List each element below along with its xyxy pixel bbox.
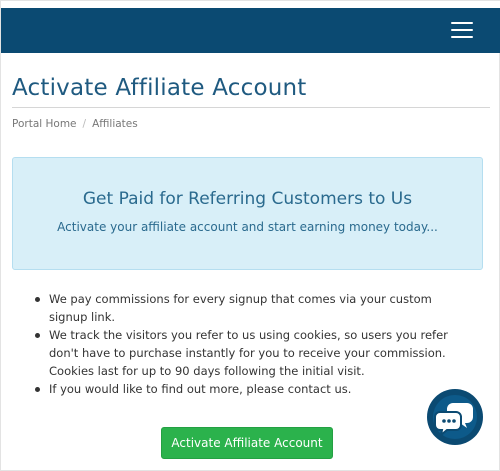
- affiliate-callout: Get Paid for Referring Customers to Us A…: [12, 157, 483, 270]
- info-list: We pay commissions for every signup that…: [30, 290, 470, 398]
- callout-title: Get Paid for Referring Customers to Us: [82, 189, 413, 209]
- breadcrumb-portal-home[interactable]: Portal Home: [12, 118, 77, 130]
- breadcrumb-separator: /: [82, 118, 87, 130]
- page-frame: Activate Affiliate Account Portal Home / A…: [0, 0, 500, 471]
- page-title: Activate Affiliate Account: [12, 75, 307, 101]
- callout-subtitle: Activate your affiliate account and star…: [57, 220, 438, 234]
- title-divider: [12, 107, 490, 108]
- hamburger-menu-icon[interactable]: [451, 22, 473, 38]
- topbar-strip: [1, 1, 500, 8]
- breadcrumb-affiliates: Affiliates: [92, 118, 138, 130]
- chat-bubbles-icon[interactable]: [427, 389, 483, 445]
- list-item: If you would like to find out more, plea…: [30, 380, 470, 398]
- list-item: We track the visitors you refer to us us…: [30, 326, 470, 380]
- list-item: We pay commissions for every signup that…: [30, 290, 470, 326]
- activate-affiliate-button[interactable]: Activate Affiliate Account: [161, 427, 333, 459]
- chat-icon-graphic: [428, 390, 482, 444]
- top-navbar: [1, 1, 500, 53]
- breadcrumb: Portal Home / Affiliates: [12, 118, 138, 130]
